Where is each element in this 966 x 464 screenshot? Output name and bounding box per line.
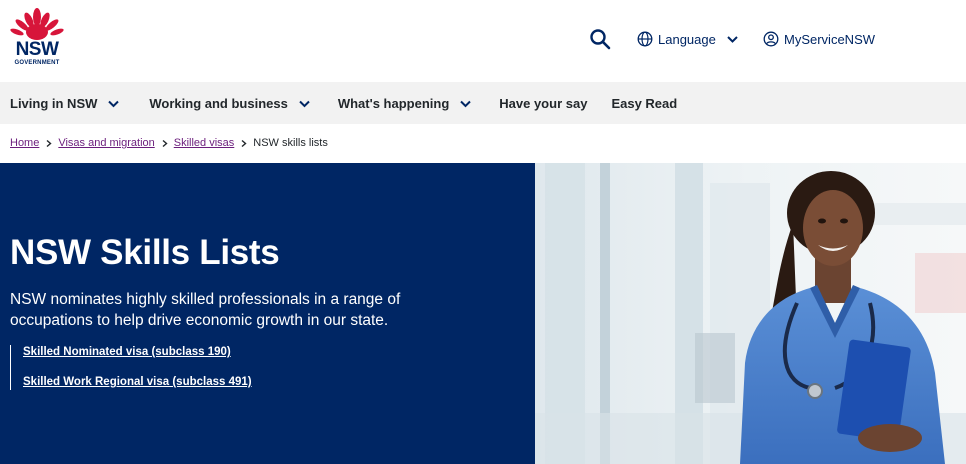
hero-links: Skilled Nominated visa (subclass 190) Sk…	[10, 345, 252, 390]
hero-description: NSW nominates highly skilled professiona…	[10, 291, 401, 329]
logo-subtext: GOVERNMENT	[14, 60, 60, 66]
breadcrumb-home[interactable]: Home	[10, 137, 39, 149]
nav-item-label: Have your say	[499, 95, 588, 111]
nav-item-label: Easy Read	[611, 95, 678, 111]
nurse-photo	[535, 163, 966, 464]
chevron-down-icon	[299, 100, 310, 107]
nav-item-label: Living in NSW	[10, 95, 98, 111]
account-icon	[763, 31, 779, 47]
nav-item-whats-happening[interactable]: What's happening	[338, 82, 472, 124]
main-navigation: Living in NSW Working and business What'…	[0, 82, 966, 124]
nav-item-easy-read[interactable]: Easy Read	[611, 82, 677, 124]
chevron-right-icon	[46, 139, 52, 147]
search-icon	[590, 29, 611, 50]
nav-item-working-and-business[interactable]: Working and business	[149, 82, 310, 124]
language-label: Language	[658, 31, 716, 47]
chevron-down-icon	[727, 35, 738, 43]
nsw-government-logo[interactable]: NSW GOVERNMENT	[10, 8, 64, 70]
chevron-right-icon	[162, 139, 168, 147]
hero-image	[535, 163, 966, 464]
hero-banner: NSW Skills Lists NSW nominates highly sk…	[0, 163, 535, 464]
globe-icon	[637, 31, 653, 47]
myservicensw-link[interactable]: MyServiceNSW	[763, 30, 875, 48]
waratah-icon	[10, 8, 64, 40]
chevron-down-icon	[108, 100, 120, 107]
account-label: MyServiceNSW	[784, 31, 876, 47]
page-title: NSW Skills Lists	[10, 233, 280, 272]
nav-item-living-in-nsw[interactable]: Living in NSW	[10, 82, 120, 124]
site-header: NSW GOVERNMENT Language MyServiceNSW	[0, 0, 966, 82]
skilled-work-regional-visa-link[interactable]: Skilled Work Regional visa (subclass 491…	[23, 375, 252, 390]
breadcrumb-current: NSW skills lists	[253, 137, 328, 149]
breadcrumb-visas-and-migration[interactable]: Visas and migration	[58, 137, 154, 149]
language-selector[interactable]: Language	[637, 30, 739, 48]
nav-item-label: What's happening	[337, 95, 450, 111]
chevron-down-icon	[460, 100, 471, 107]
nav-item-label: Working and business	[149, 95, 288, 111]
nav-item-have-your-say[interactable]: Have your say	[499, 82, 587, 124]
breadcrumb: Home Visas and migration Skilled visas N…	[10, 137, 328, 149]
skilled-nominated-visa-link[interactable]: Skilled Nominated visa (subclass 190)	[23, 345, 252, 360]
chevron-right-icon	[241, 139, 247, 147]
logo-wordmark: NSW	[15, 39, 59, 60]
breadcrumb-skilled-visas[interactable]: Skilled visas	[174, 137, 235, 149]
search-button[interactable]	[589, 28, 611, 50]
